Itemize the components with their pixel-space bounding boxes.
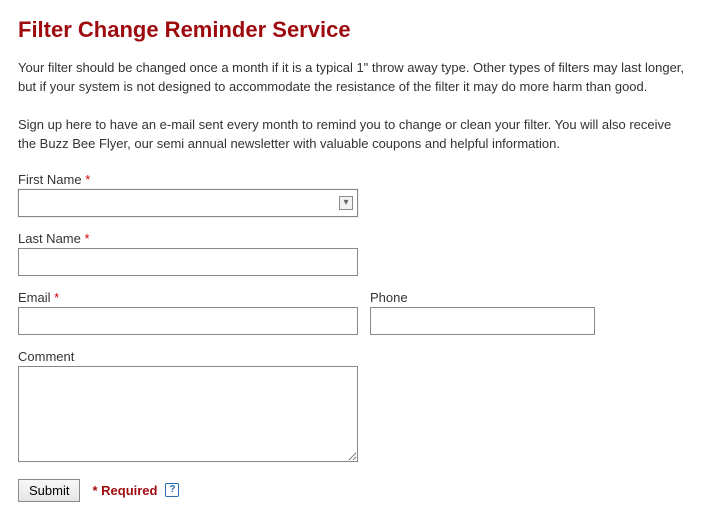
signup-form: First Name * ▾ Last Name * Email * Phone [18,172,691,502]
first-name-label-text: First Name [18,172,82,187]
email-label-text: Email [18,290,51,305]
help-icon[interactable]: ? [165,483,179,497]
comment-field: Comment [18,349,691,465]
phone-label: Phone [370,290,595,305]
phone-field: Phone [370,290,595,335]
first-name-field: First Name * ▾ [18,172,691,217]
email-field: Email * [18,290,358,335]
last-name-input[interactable] [18,248,358,276]
email-label: Email * [18,290,358,305]
required-star: * [85,231,90,246]
page-title: Filter Change Reminder Service [18,16,691,44]
submit-button[interactable]: Submit [18,479,80,502]
comment-input[interactable] [18,366,358,462]
comment-label: Comment [18,349,691,364]
first-name-label: First Name * [18,172,691,187]
required-star: * [54,290,59,305]
phone-label-text: Phone [370,290,408,305]
phone-input[interactable] [370,307,595,335]
required-star: * [85,172,90,187]
last-name-label: Last Name * [18,231,691,246]
first-name-input[interactable] [18,189,358,217]
last-name-field: Last Name * [18,231,691,276]
last-name-label-text: Last Name [18,231,81,246]
intro-paragraph-2: Sign up here to have an e-mail sent ever… [18,115,691,154]
comment-label-text: Comment [18,349,74,364]
intro-paragraph-1: Your filter should be changed once a mon… [18,58,691,97]
email-input[interactable] [18,307,358,335]
required-note: * Required [92,483,157,498]
